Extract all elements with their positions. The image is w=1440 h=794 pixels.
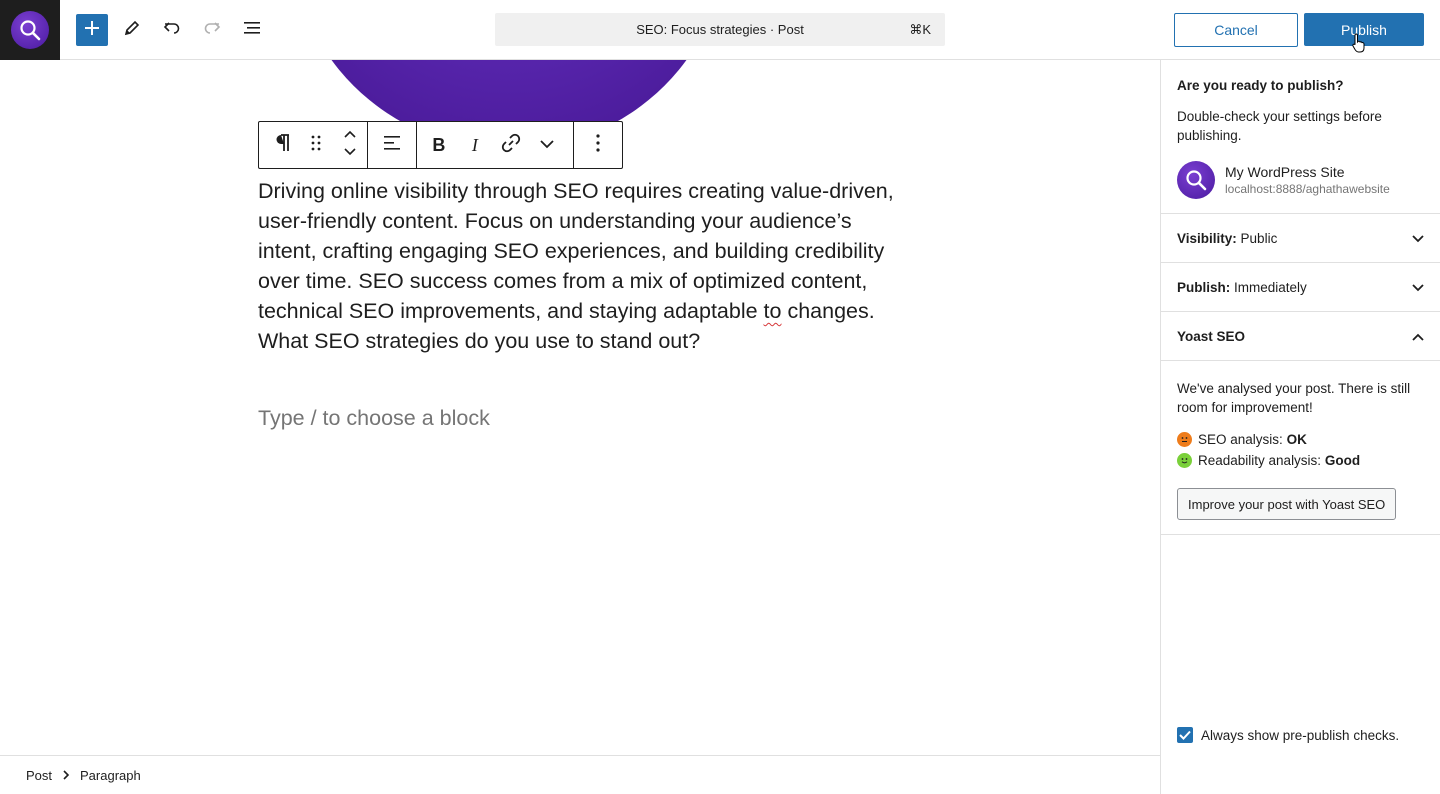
readability-value: Good — [1324, 453, 1361, 468]
italic-button[interactable]: I — [457, 122, 493, 168]
document-overview-icon — [243, 19, 261, 42]
move-up-down-icon — [343, 130, 357, 161]
chevron-down-icon — [1412, 280, 1424, 295]
misspelled-word[interactable]: to — [764, 299, 782, 323]
paragraph-block[interactable]: Driving online visibility through SEO re… — [258, 176, 898, 356]
chevron-down-icon — [1412, 231, 1424, 246]
add-block-button[interactable] — [76, 14, 108, 46]
align-left-icon — [383, 135, 401, 156]
link-icon — [501, 133, 521, 158]
breadcrumb-item-post[interactable]: Post — [26, 768, 52, 783]
cancel-button[interactable]: Cancel — [1174, 13, 1298, 47]
redo-icon — [203, 19, 221, 42]
improve-with-yoast-button[interactable]: Improve your post with Yoast SEO — [1177, 488, 1397, 520]
drag-handle[interactable] — [299, 122, 333, 168]
align-button[interactable] — [374, 122, 410, 168]
block-placeholder[interactable]: Type / to choose a block — [258, 406, 490, 431]
bold-button[interactable]: B — [421, 122, 457, 168]
site-url: localhost:8888/aghathawebsite — [1225, 182, 1390, 196]
chevron-down-icon — [540, 136, 554, 154]
site-icon — [1177, 161, 1215, 199]
pointer-cursor-icon — [1352, 33, 1365, 53]
always-show-label: Always show pre-publish checks. — [1201, 727, 1400, 743]
italic-icon: I — [471, 134, 478, 155]
visibility-label: Visibility: — [1177, 230, 1237, 246]
prepublish-panel: Are you ready to publish? Double-check y… — [1160, 60, 1440, 794]
block-type-button[interactable] — [265, 122, 299, 168]
more-options-icon — [596, 133, 600, 157]
readability-label: Readability analysis: — [1198, 453, 1322, 468]
undo-button[interactable] — [156, 14, 188, 46]
seo-analysis-value: OK — [1286, 432, 1307, 447]
tools-button[interactable] — [116, 14, 148, 46]
editor-canvas[interactable]: B I Driving online visibility through SE… — [0, 60, 1160, 755]
link-button[interactable] — [493, 122, 529, 168]
command-palette-bar[interactable]: SEO: Focus strategies · Post ⌘K — [495, 13, 945, 46]
pencil-icon — [123, 19, 141, 42]
more-formatting-button[interactable] — [529, 122, 565, 168]
move-block-button[interactable] — [333, 122, 367, 168]
breadcrumb: Post Paragraph — [0, 755, 1160, 794]
seo-analysis-row: SEO analysis: OK — [1177, 432, 1424, 447]
publish-date-panel-toggle[interactable]: Publish: Immediately — [1161, 263, 1440, 312]
always-show-prepublish-row[interactable]: Always show pre-publish checks. — [1177, 727, 1399, 743]
yoast-panel-toggle[interactable]: Yoast SEO — [1161, 312, 1440, 361]
site-info: My WordPress Site localhost:8888/aghatha… — [1177, 161, 1424, 199]
drag-handle-icon — [311, 135, 321, 156]
publish-date-value: Immediately — [1234, 279, 1307, 295]
readability-analysis-row: Readability analysis: Good — [1177, 453, 1424, 468]
bold-icon: B — [432, 134, 446, 155]
yoast-panel-title: Yoast SEO — [1177, 328, 1246, 344]
yoast-message: We've analysed your post. There is still… — [1177, 381, 1411, 415]
chevron-right-icon — [62, 770, 70, 780]
block-toolbar: B I — [258, 121, 623, 169]
chevron-up-icon — [1412, 329, 1424, 344]
block-options-button[interactable] — [580, 122, 616, 168]
smiley-face-icon — [1177, 453, 1192, 468]
undo-icon — [163, 19, 181, 42]
site-logo-icon — [11, 11, 49, 49]
publish-date-label: Publish: — [1177, 279, 1231, 295]
document-title: SEO: Focus strategies · Post — [636, 22, 804, 37]
breadcrumb-item-paragraph[interactable]: Paragraph — [80, 768, 141, 783]
yoast-panel-body: We've analysed your post. There is still… — [1161, 361, 1440, 535]
paragraph-icon — [274, 133, 290, 158]
site-name: My WordPress Site — [1225, 164, 1345, 180]
prepublish-heading: Are you ready to publish? — [1177, 78, 1344, 93]
prepublish-description: Double-check your settings before publis… — [1177, 109, 1382, 143]
prepublish-intro: Are you ready to publish? Double-check y… — [1161, 60, 1440, 214]
always-show-checkbox[interactable] — [1177, 727, 1193, 743]
command-shortcut: ⌘K — [909, 22, 931, 37]
visibility-value: Public — [1240, 230, 1278, 246]
plus-icon — [84, 20, 100, 41]
editor-header: SEO: Focus strategies · Post ⌘K Cancel P… — [0, 0, 1440, 60]
seo-analysis-label: SEO analysis: — [1198, 432, 1283, 447]
site-logo-button[interactable] — [0, 0, 60, 60]
neutral-face-icon — [1177, 432, 1192, 447]
redo-button[interactable] — [196, 14, 228, 46]
visibility-panel-toggle[interactable]: Visibility: Public — [1161, 214, 1440, 263]
document-overview-button[interactable] — [236, 14, 268, 46]
